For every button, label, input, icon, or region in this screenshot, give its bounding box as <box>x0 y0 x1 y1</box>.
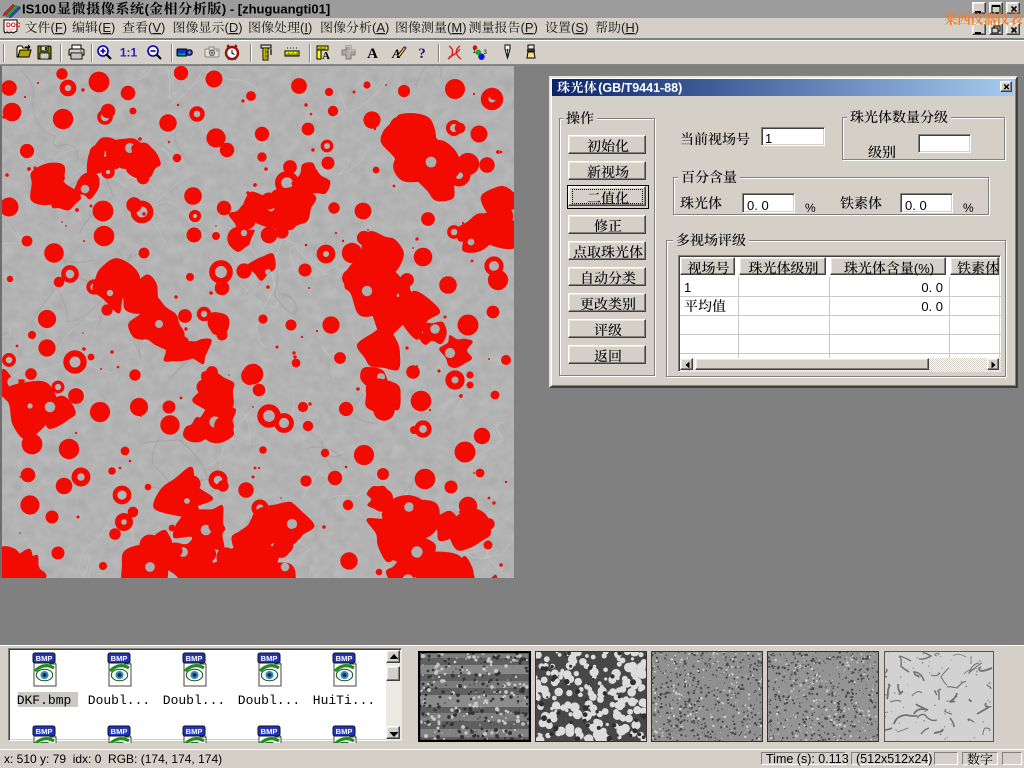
svg-text:3: 3 <box>484 50 488 56</box>
svg-text:1:1: 1:1 <box>120 46 137 60</box>
svg-text:Doubl...: Doubl... <box>238 693 300 708</box>
svg-text:A: A <box>322 50 330 61</box>
svg-text:DKF.bmp: DKF.bmp <box>17 693 72 708</box>
svg-text:HuiTi...: HuiTi... <box>313 693 375 708</box>
svg-text:Doubl...: Doubl... <box>163 693 225 708</box>
svg-text:?: ? <box>418 46 426 61</box>
svg-text:Doubl...: Doubl... <box>88 693 150 708</box>
svg-text:A: A <box>367 46 378 61</box>
